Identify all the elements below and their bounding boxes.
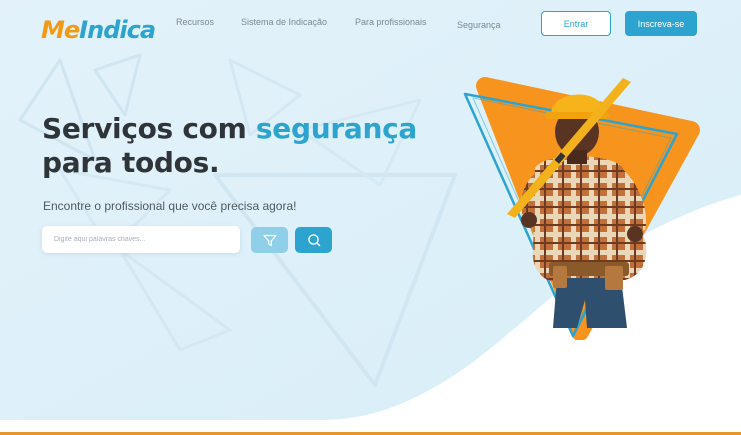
brand-logo[interactable]: Me Indica: [41, 10, 156, 44]
landing-page: Me Indica Recursos Sistema de Indicação P…: [0, 0, 741, 435]
nav-item-sistema-indicacao[interactable]: Sistema de Indicação: [241, 17, 327, 27]
hero-title: Serviços com segurança para todos.: [42, 112, 462, 180]
search-button[interactable]: [295, 227, 332, 253]
nav-item-recursos[interactable]: Recursos: [176, 17, 214, 27]
nav-item-seguranca[interactable]: Segurança: [457, 20, 501, 30]
logo-indica: Indica: [79, 16, 156, 44]
hero-title-part1: Serviços com: [42, 112, 256, 145]
signup-button[interactable]: Inscreva-se: [625, 11, 697, 36]
search-input[interactable]: [42, 226, 240, 253]
login-button[interactable]: Entrar: [541, 11, 611, 36]
filter-button[interactable]: [251, 227, 288, 253]
hero-title-part2: para todos.: [42, 146, 220, 179]
hero-subtitle: Encontre o profissional que você precisa…: [43, 199, 297, 213]
hero-title-accent: segurança: [255, 112, 417, 145]
search-icon: [307, 234, 320, 247]
worker-illustration: [463, 77, 700, 340]
logo-me: Me: [41, 16, 80, 44]
nav-item-para-profissionais[interactable]: Para profissionais: [355, 17, 427, 27]
filter-icon: [262, 234, 277, 246]
